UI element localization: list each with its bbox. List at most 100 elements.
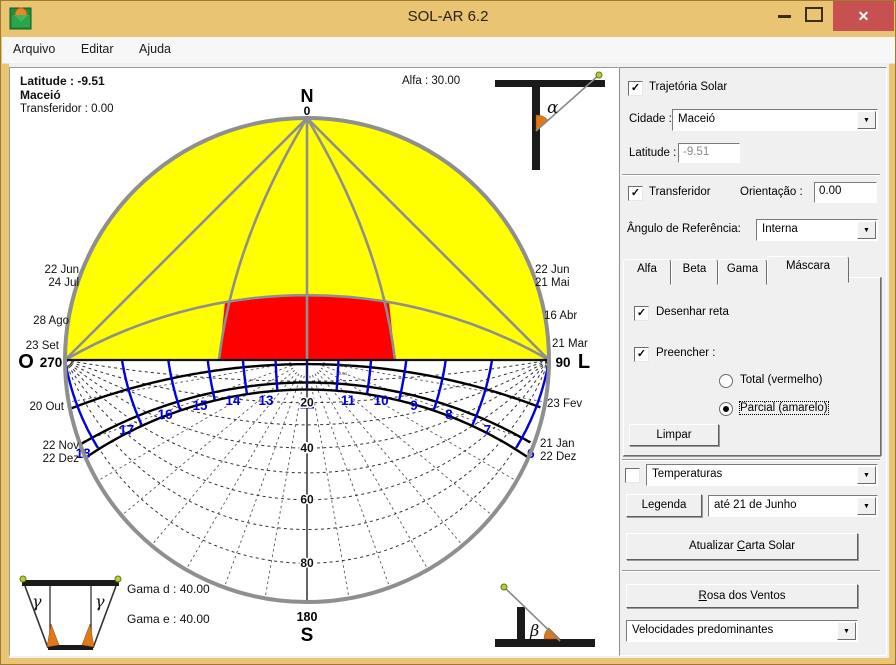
dropdown-arrow-icon[interactable]: ▼ (857, 497, 876, 515)
beta-icon (517, 607, 525, 647)
atualizar-label: Atualizar (689, 540, 737, 552)
maximize-button[interactable] (805, 7, 823, 22)
chart-transferidor-label: Transferidor : 0.00 (20, 102, 114, 116)
north-degree: 0 (304, 104, 311, 118)
control-panel: ✓ Trajetória Solar Cidade : Maceió ▼ Lat… (619, 67, 887, 656)
menu-arquivo[interactable]: Arquivo (2, 37, 66, 63)
atualizar-label-rest: arta Solar (745, 540, 795, 552)
total-radio[interactable] (719, 374, 733, 388)
east-degree: 90 (555, 355, 570, 370)
limpar-button[interactable]: Limpar (629, 424, 719, 446)
cardinal-south: S (301, 625, 314, 646)
hour-label: 8 (445, 407, 453, 422)
close-button[interactable]: ✕ (833, 1, 894, 31)
angulo-value: Interna (762, 223, 798, 235)
temperaturas-checkbox[interactable] (625, 468, 640, 483)
gamma-sun-dot (115, 576, 121, 582)
gamma-angle-wedge (82, 624, 94, 647)
temperaturas-value: Temperaturas (652, 468, 722, 480)
trajetoria-label: Trajetória Solar (649, 81, 727, 93)
cidade-value: Maceió (678, 113, 715, 125)
transferidor-label: Transferidor (649, 186, 711, 198)
altitude-ring-label: 80 (300, 556, 314, 570)
dropdown-arrow-icon[interactable]: ▼ (857, 221, 876, 239)
solar-chart-panel[interactable]: 678910111213141516171820406080N0180SO270… (9, 67, 619, 656)
atualizar-button[interactable]: Atualizar Carta Solar (626, 533, 858, 560)
gamma-sun-dot (20, 576, 26, 582)
angulo-select[interactable]: Interna ▼ (756, 219, 878, 241)
date-label-right: 23 Fev (547, 398, 582, 410)
alpha-symbol: α (547, 98, 559, 118)
hour-label: 17 (119, 422, 134, 437)
date-label-left: 22 Nov (43, 440, 80, 452)
tab-gama[interactable]: Gama (718, 259, 767, 285)
hour-label: 10 (374, 393, 389, 408)
hour-label: 15 (193, 398, 209, 413)
latitude-field[interactable]: -9.51 (678, 143, 740, 163)
separator (622, 570, 880, 572)
altitude-ring-label: 20 (300, 396, 314, 410)
rosa-ventos-button[interactable]: Rosa dos Ventos (626, 584, 858, 608)
total-label: Total (vermelho) (740, 374, 822, 386)
chart-latitude-label: Latitude : -9.51 (20, 74, 114, 88)
altitude-ring-label: 40 (300, 441, 314, 455)
date-label-left: 23 Set (26, 340, 60, 352)
protractor-radial (265, 376, 304, 597)
rosa-label-underline: R (699, 590, 707, 602)
gamma-angle-wedge (47, 624, 59, 647)
desenhar-label: Desenhar reta (656, 306, 729, 318)
beta-sun-dot (501, 584, 507, 590)
chart-info-block: Latitude : -9.51 Maceió Transferidor : 0… (20, 74, 114, 116)
legenda-button[interactable]: Legenda (626, 494, 702, 517)
cardinal-west: O (18, 351, 34, 373)
velocidades-value: Velocidades predominantes (632, 624, 773, 636)
date-label-left: 24 Jul (48, 277, 79, 289)
protractor-radial (310, 376, 349, 597)
menu-ajuda[interactable]: Ajuda (128, 37, 182, 63)
main-content: 678910111213141516171820406080N0180SO270… (9, 63, 889, 658)
desenhar-checkbox[interactable]: ✓ (634, 306, 649, 321)
hour-label: 16 (158, 407, 174, 422)
date-label-right: 21 Mar (552, 338, 588, 350)
center-watermark: Maceió (337, 363, 352, 368)
solar-chart-canvas[interactable]: 678910111213141516171820406080N0180SO270… (10, 68, 616, 653)
title-bar: SOL-AR 6.2 ✕ (1, 1, 895, 37)
velocidades-select[interactable]: Velocidades predominantes ▼ (626, 620, 858, 642)
tab-beta[interactable]: Beta (671, 259, 718, 285)
latitude-label: Latitude : (629, 147, 676, 159)
transferidor-checkbox[interactable]: ✓ (628, 186, 643, 201)
altitude-ring-label: 60 (300, 493, 314, 507)
hour-label: 7 (484, 422, 492, 437)
alpha-sun-dot (596, 72, 602, 78)
center-watermark: -9.51 (337, 371, 348, 376)
tab-alfa[interactable]: Alfa (623, 259, 671, 285)
trajetoria-checkbox[interactable]: ✓ (628, 81, 643, 96)
parcial-radio[interactable] (719, 402, 733, 416)
separator (622, 459, 880, 461)
date-label-left: 22 Jun (44, 264, 79, 276)
dropdown-arrow-icon[interactable]: ▼ (857, 466, 876, 484)
preencher-checkbox[interactable]: ✓ (634, 347, 649, 362)
tab-mascara[interactable]: Máscara (767, 256, 849, 283)
window-title: SOL-AR 6.2 (1, 8, 895, 25)
gamma-symbol: γ (95, 592, 105, 611)
data-select-value: até 21 de Junho (714, 499, 797, 511)
date-label-right: 22 Dez (540, 451, 577, 463)
south-degree: 180 (297, 610, 318, 624)
date-label-right: 22 Jun (535, 264, 570, 276)
hour-label: 9 (410, 398, 418, 413)
dropdown-arrow-icon[interactable]: ▼ (837, 622, 856, 640)
gamma-icon (22, 580, 119, 586)
cidade-label: Cidade : (629, 113, 672, 125)
date-label-left: 28 Ago (33, 315, 69, 327)
temperaturas-select[interactable]: Temperaturas ▼ (646, 464, 878, 486)
data-select[interactable]: até 21 de Junho ▼ (708, 495, 878, 517)
orientacao-input[interactable]: 0.00 (814, 182, 877, 203)
dropdown-arrow-icon[interactable]: ▼ (857, 111, 876, 129)
atualizar-label-underline: C (737, 540, 745, 552)
parcial-label: Parcial (amarelo) (740, 402, 828, 414)
beta-icon (495, 639, 595, 647)
cidade-select[interactable]: Maceió ▼ (672, 109, 878, 131)
minimize-button[interactable] (778, 15, 791, 18)
menu-editar[interactable]: Editar (70, 37, 125, 63)
